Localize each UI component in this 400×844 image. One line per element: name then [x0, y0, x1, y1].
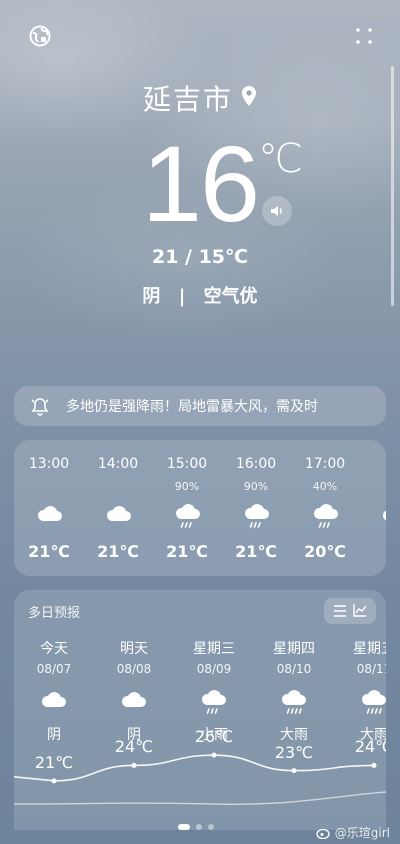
current-temperature: 16 — [141, 123, 260, 244]
cloudy-icon — [381, 502, 386, 528]
hour-time: 17:00 — [304, 456, 346, 472]
rain-icon — [174, 502, 202, 528]
curve-point — [51, 778, 57, 784]
hour-temp: 21℃ — [166, 542, 208, 561]
cloudy-icon — [105, 502, 133, 528]
curve-line — [14, 754, 375, 782]
hour-time: 15:00 — [166, 456, 208, 472]
cloudy-icon — [36, 502, 64, 528]
high-temp-curve — [14, 752, 386, 805]
speaker-icon[interactable] — [262, 196, 292, 226]
precip-probability: 90% — [174, 480, 200, 493]
hour-time: 14:00 — [97, 456, 139, 472]
hour-time: 13:00 — [28, 456, 70, 472]
precip-probability: 4 — [359, 480, 386, 493]
low-temp-curve — [14, 791, 386, 805]
hour-temp: 21℃ — [97, 542, 139, 561]
hour-time: 18 — [359, 456, 386, 472]
hour-temp: 21℃ — [28, 542, 70, 561]
hourly-forecast[interactable]: 13:00 21℃ 14:00 21℃ 15:00 90% 21℃ 16:00 90% 21℃ 17… — [14, 440, 386, 576]
condition-line: 阴 | 空气优 — [0, 282, 400, 308]
hour-temp: 21℃ — [235, 542, 277, 561]
hour-temp: 20℃ — [304, 542, 346, 561]
hour-temp: 2 — [359, 542, 386, 561]
hour-time: 16:00 — [235, 456, 277, 472]
separator: | — [178, 286, 186, 307]
page-dot[interactable] — [208, 824, 214, 830]
page-indicator[interactable] — [178, 824, 214, 830]
temperature-range: 21 / 15℃ — [151, 246, 249, 268]
curve-point — [131, 762, 137, 768]
location-pin-icon — [241, 85, 257, 111]
alert-text: 多地仍是强降雨！局地雷暴大风，需及时 — [66, 399, 318, 415]
globe-icon[interactable] — [26, 22, 54, 50]
city-header[interactable]: 延吉市 — [0, 78, 400, 118]
city-name: 延吉市 — [142, 83, 233, 116]
watermark: @乐瑄girl — [316, 824, 390, 841]
more-dots-icon[interactable] — [350, 22, 378, 50]
weather-condition: 阴 — [142, 286, 161, 307]
curve-point — [211, 752, 217, 758]
watermark-text: @乐瑄girl — [334, 826, 390, 840]
weather-alert-banner[interactable]: 多地仍是强降雨！局地雷暴大风，需及时 — [14, 386, 386, 426]
multi-day-forecast[interactable]: 多日预报 今天 08/07 阴 21℃ 明天 08/08 阴 24℃ 星期三 08/09 小雨 26℃… — [14, 590, 386, 830]
rain-icon — [312, 502, 340, 528]
page-dot[interactable] — [196, 824, 202, 830]
alarm-bell-icon — [14, 396, 66, 416]
rain-icon — [243, 502, 271, 528]
precip-probability: 90% — [243, 480, 269, 493]
weibo-icon — [316, 828, 330, 839]
curve-point — [291, 768, 297, 774]
temperature-unit: ℃ — [258, 136, 303, 182]
precip-probability: 40% — [312, 480, 338, 493]
curve-point — [371, 762, 377, 768]
page-dot[interactable] — [178, 824, 190, 830]
air-quality[interactable]: 空气优 — [204, 286, 258, 307]
